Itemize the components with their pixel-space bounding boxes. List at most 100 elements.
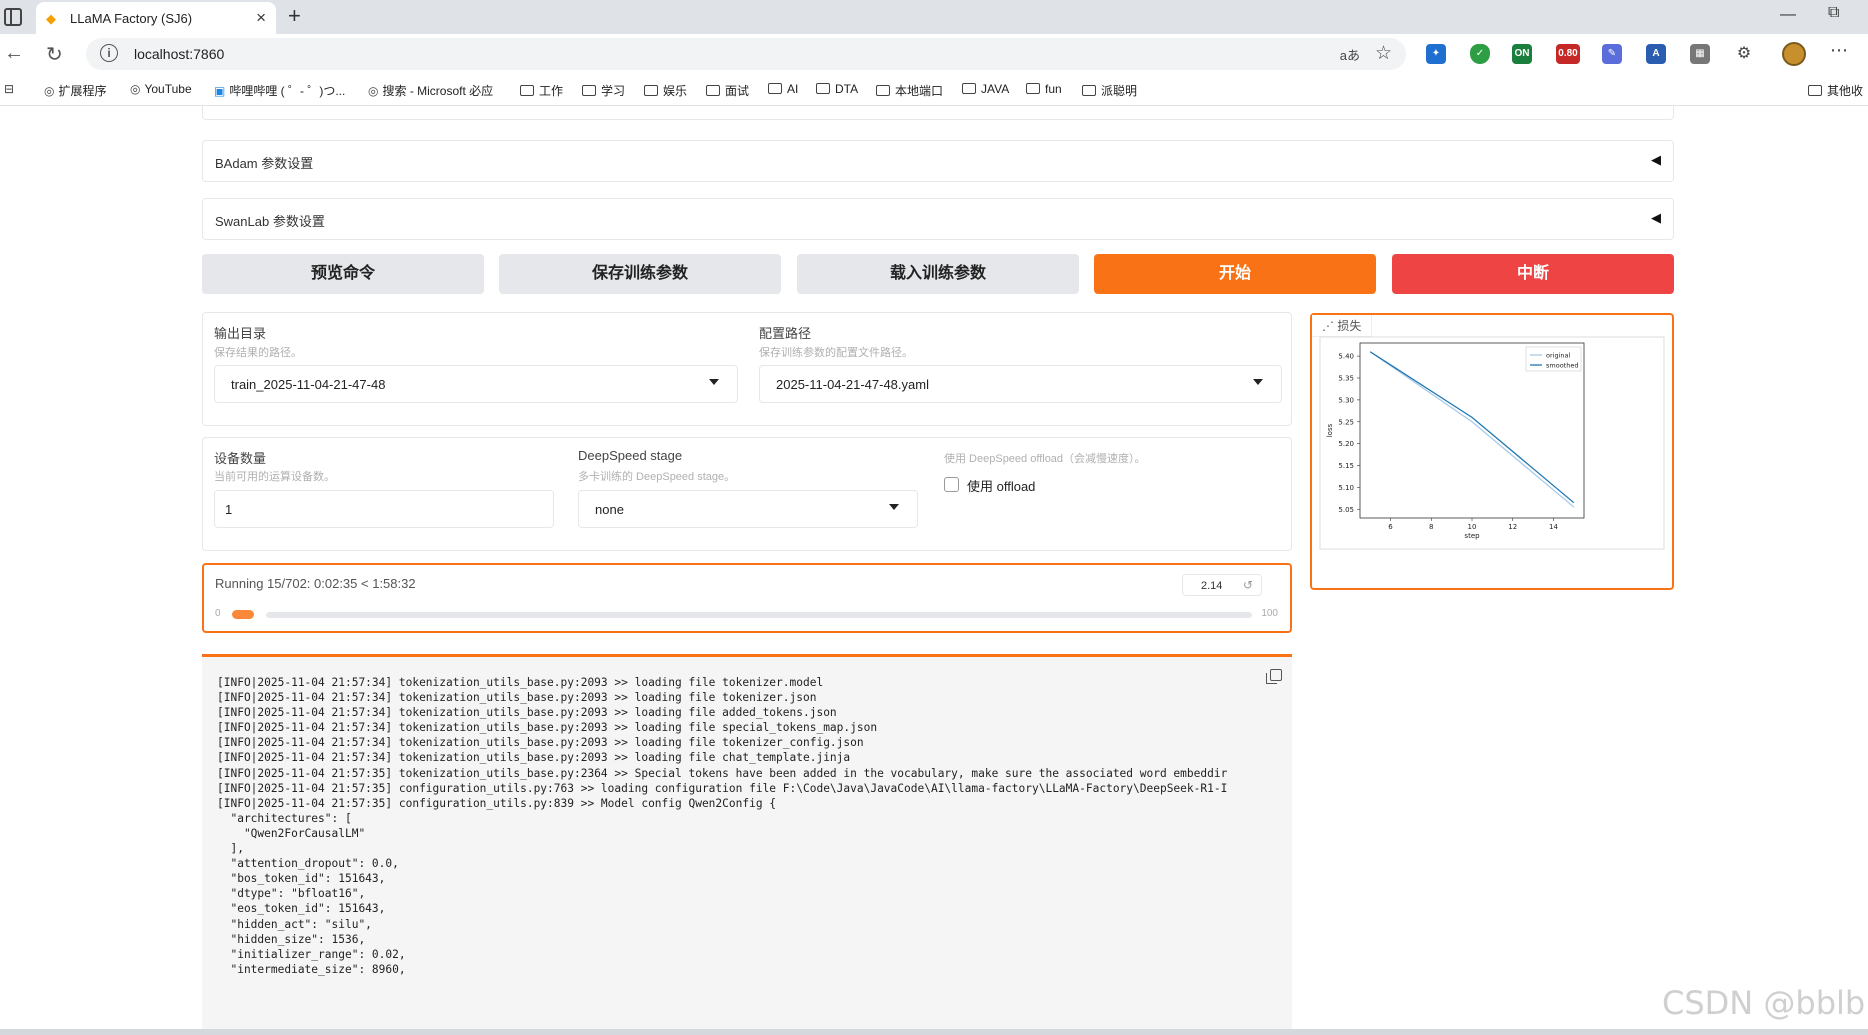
- reset-icon[interactable]: ↺: [1243, 578, 1253, 592]
- bookmark-folder-java[interactable]: JAVA: [962, 82, 1009, 96]
- copy-icon[interactable]: [1266, 669, 1282, 684]
- progress-slider-track[interactable]: [266, 612, 1252, 618]
- translate-extension-icon[interactable]: A: [1646, 44, 1666, 64]
- bookmark-folder-ai[interactable]: AI: [768, 82, 798, 96]
- url-field[interactable]: i localhost:7860 aあ ☆: [86, 38, 1406, 70]
- bookmark-folder-fun[interactable]: fun: [1026, 82, 1062, 96]
- abort-button[interactable]: 中断: [1392, 254, 1674, 294]
- progress-number-value: 2.14: [1201, 580, 1223, 592]
- accordion-label: SwanLab 参数设置: [215, 214, 325, 229]
- log-line: [INFO|2025-11-04 21:57:34] tokenization_…: [217, 706, 837, 720]
- folder-icon: [520, 85, 534, 96]
- extension-icon: ◎: [44, 84, 55, 98]
- accordion-partial[interactable]: [202, 106, 1674, 120]
- y-tick-label: 5.05: [1338, 506, 1354, 514]
- device-count-info: 当前可用的运算设备数。: [214, 471, 335, 483]
- progress-number-input[interactable]: 2.14 ↺: [1182, 574, 1262, 596]
- offload-checkbox[interactable]: [944, 477, 959, 492]
- caret-left-icon: ◀: [1651, 152, 1661, 167]
- bookmark-bilibili[interactable]: ▣ 哔哩哔哩 ( ゜- ゜)つ...: [214, 82, 345, 99]
- score-extension-icon[interactable]: 0.80: [1556, 44, 1580, 64]
- profile-avatar[interactable]: [1782, 42, 1806, 66]
- bookmark-folder-interview[interactable]: 面试: [706, 82, 749, 99]
- progress-panel: Running 15/702: 0:02:35 < 1:58:32 2.14 ↺…: [202, 563, 1292, 633]
- tab-favicon-icon: ◆: [46, 11, 56, 26]
- progress-slider-handle[interactable]: [232, 610, 254, 619]
- device-count-field[interactable]: 1: [214, 490, 554, 528]
- deepspeed-stage-dropdown[interactable]: none: [578, 490, 918, 528]
- y-axis-label: loss: [1326, 423, 1334, 437]
- folder-icon: [644, 85, 658, 96]
- log-line: [INFO|2025-11-04 21:57:34] tokenization_…: [217, 676, 824, 689]
- bookmark-folder-study[interactable]: 学习: [582, 82, 625, 99]
- log-line: "hidden_size": 1536,: [217, 932, 366, 946]
- log-line: [INFO|2025-11-04 21:57:34] tokenization_…: [217, 751, 851, 765]
- training-log: [INFO|2025-11-04 21:57:34] tokenization_…: [202, 654, 1292, 1035]
- log-line: [INFO|2025-11-04 21:57:34] tokenization_…: [217, 736, 864, 750]
- bookmark-bing[interactable]: ◎ 搜索 - Microsoft 必应: [368, 82, 493, 99]
- x-tick-label: 6: [1388, 523, 1393, 531]
- y-tick-label: 5.10: [1338, 484, 1354, 492]
- new-tab-icon[interactable]: +: [288, 3, 301, 29]
- favorite-star-icon[interactable]: ☆: [1375, 42, 1392, 65]
- pin-extension-icon[interactable]: ✦: [1426, 44, 1446, 64]
- bookmark-apps-icon[interactable]: ⊟: [4, 82, 18, 96]
- x-tick-label: 10: [1468, 523, 1477, 531]
- bilibili-icon: ▣: [214, 84, 226, 98]
- folder-icon: [706, 85, 720, 96]
- tab-title: LLaMA Factory (SJ6): [70, 11, 193, 26]
- accordion-swanlab[interactable]: SwanLab 参数设置 ◀: [202, 198, 1674, 240]
- load-args-button[interactable]: 载入训练参数: [797, 254, 1079, 294]
- minimize-icon[interactable]: —: [1780, 6, 1796, 24]
- more-menu-icon[interactable]: ⋯: [1830, 40, 1848, 61]
- dropdown-arrow-icon: [1253, 379, 1263, 385]
- bookmark-folder-paicongming[interactable]: 派聪明: [1082, 82, 1137, 99]
- accordion-badam[interactable]: BAdam 参数设置 ◀: [202, 140, 1674, 182]
- screenshot-extension-icon[interactable]: ▦: [1690, 44, 1710, 64]
- browser-tab[interactable]: ◆ LLaMA Factory (SJ6) ×: [36, 2, 276, 34]
- log-line: [INFO|2025-11-04 21:57:35] configuration…: [217, 796, 777, 810]
- save-args-button[interactable]: 保存训练参数: [499, 254, 781, 294]
- legend-label: original: [1546, 352, 1570, 360]
- progress-max-label: 100: [1261, 608, 1278, 619]
- translate-icon[interactable]: aあ: [1340, 45, 1360, 64]
- device-count-label: 设备数量: [214, 451, 267, 466]
- log-line: "Qwen2ForCausalLM": [217, 826, 366, 840]
- config-path-value: 2025-11-04-21-47-48.yaml: [776, 377, 929, 392]
- output-dir-value: train_2025-11-04-21-47-48: [231, 377, 386, 392]
- y-tick-label: 5.30: [1338, 396, 1354, 404]
- folder-icon: [876, 85, 890, 96]
- back-icon[interactable]: ←: [4, 42, 24, 65]
- pen-extension-icon[interactable]: ✎: [1602, 44, 1622, 64]
- bookmark-folder-dta[interactable]: DTA: [816, 82, 858, 96]
- x-tick-label: 14: [1549, 523, 1558, 531]
- shield-extension-icon[interactable]: ✓: [1470, 44, 1490, 64]
- bookmark-folder-ports[interactable]: 本地端口: [876, 82, 943, 99]
- config-path-dropdown[interactable]: 2025-11-04-21-47-48.yaml: [759, 365, 1282, 403]
- extensions-puzzle-icon[interactable]: ⚙: [1734, 44, 1754, 64]
- sidebar-toggle-icon[interactable]: [4, 8, 22, 26]
- bookmark-folder-work[interactable]: 工作: [520, 82, 563, 99]
- globe-icon: ◎: [368, 84, 379, 98]
- device-panel: 设备数量 当前可用的运算设备数。 1 DeepSpeed stage 多卡训练的…: [202, 437, 1292, 551]
- output-dir-dropdown[interactable]: train_2025-11-04-21-47-48: [214, 365, 738, 403]
- bookmark-other[interactable]: 其他收: [1808, 82, 1863, 99]
- site-info-icon[interactable]: i: [100, 44, 118, 62]
- restore-icon[interactable]: ⧉: [1828, 4, 1839, 22]
- log-line: "attention_dropout": 0.0,: [217, 857, 399, 871]
- log-line: "intermediate_size": 8960,: [217, 962, 406, 976]
- reload-icon[interactable]: ↻: [46, 42, 63, 67]
- log-line: ],: [217, 842, 244, 856]
- config-path-label: 配置路径: [759, 326, 812, 341]
- y-tick-label: 5.35: [1338, 375, 1354, 383]
- bookmark-folder-fun-cn[interactable]: 娱乐: [644, 82, 687, 99]
- bookmark-extensions[interactable]: ◎ 扩展程序: [44, 82, 107, 99]
- on-extension-icon[interactable]: ON: [1512, 44, 1532, 64]
- y-tick-label: 5.15: [1338, 462, 1354, 470]
- folder-icon: [962, 83, 976, 94]
- y-tick-label: 5.20: [1338, 440, 1354, 448]
- bookmark-youtube[interactable]: ◎ YouTube: [130, 82, 192, 96]
- close-tab-icon[interactable]: ×: [256, 8, 266, 28]
- start-button[interactable]: 开始: [1094, 254, 1376, 294]
- preview-command-button[interactable]: 预览命令: [202, 254, 484, 294]
